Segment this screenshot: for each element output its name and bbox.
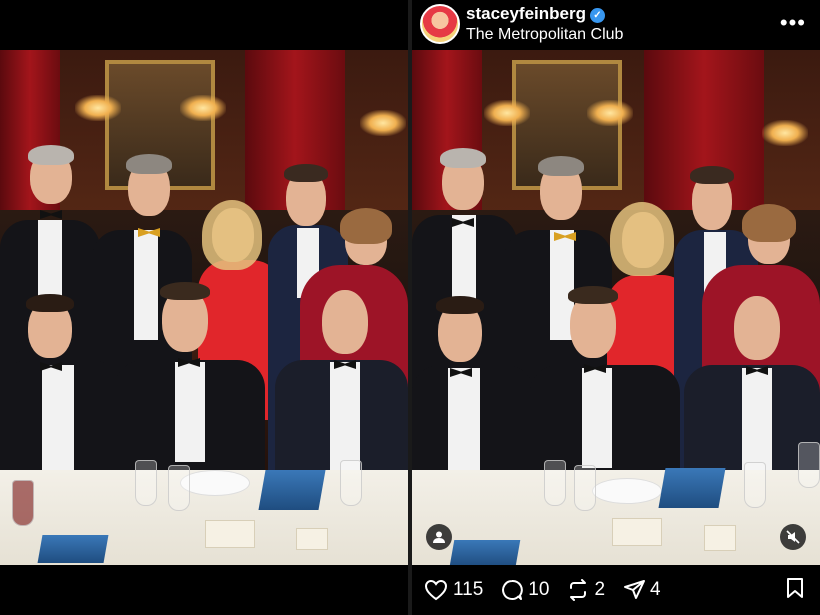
post-header: staceyfeinberg ✓ The Metropolitan Club ••… <box>412 0 820 50</box>
person-head <box>322 290 368 354</box>
user-avatar[interactable] <box>420 4 460 44</box>
hair <box>340 208 392 244</box>
plate <box>592 478 662 504</box>
heart-icon <box>424 579 448 601</box>
share-button[interactable]: 4 <box>623 579 661 601</box>
ballroom-background <box>0 50 408 565</box>
shirt <box>175 362 205 462</box>
hair <box>440 148 486 168</box>
wine-glass <box>544 460 566 506</box>
username-link[interactable]: staceyfeinberg ✓ <box>466 4 605 24</box>
post-photo[interactable] <box>412 50 820 565</box>
shirt <box>448 368 480 478</box>
left-preview-pane <box>0 0 408 615</box>
action-bar: 115 10 2 4 <box>412 565 820 615</box>
comment-button[interactable]: 10 <box>501 579 549 601</box>
event-program <box>658 468 726 508</box>
shirt <box>452 215 476 305</box>
repost-button[interactable]: 2 <box>567 579 605 601</box>
hair <box>742 204 796 242</box>
plate <box>180 470 250 496</box>
left-bottom-bar <box>0 565 408 615</box>
menu-card <box>612 518 662 546</box>
person-head <box>734 296 780 360</box>
candelabra <box>587 100 633 126</box>
shirt <box>582 368 612 468</box>
hair <box>568 286 618 304</box>
candelabra <box>360 110 406 136</box>
wine-glass <box>340 460 362 506</box>
candelabra <box>484 100 530 126</box>
event-program <box>449 540 521 565</box>
wine-glass <box>744 462 766 508</box>
menu-card <box>205 520 255 548</box>
wine-glass <box>574 465 596 511</box>
hair <box>28 145 74 165</box>
send-icon <box>624 580 646 599</box>
hair <box>436 296 484 314</box>
hair <box>538 156 584 176</box>
repost-count: 2 <box>594 579 606 600</box>
candelabra <box>75 95 121 121</box>
tagged-people-icon[interactable] <box>426 524 452 550</box>
hair <box>126 154 172 174</box>
comment-icon <box>502 579 524 600</box>
repost-icon <box>570 579 587 601</box>
wine-glass <box>798 442 820 488</box>
verified-badge-icon: ✓ <box>590 8 605 23</box>
hair <box>690 166 734 184</box>
bookmark-icon <box>787 578 803 598</box>
blonde-hair <box>610 202 674 276</box>
candelabra <box>180 95 226 121</box>
hair <box>160 282 210 300</box>
hair <box>26 294 74 312</box>
wine-glass <box>168 465 190 511</box>
ballroom-background <box>412 50 820 565</box>
share-count: 4 <box>650 579 661 600</box>
hair <box>284 164 328 182</box>
more-options-icon[interactable]: ••• <box>780 10 806 36</box>
event-program <box>37 535 109 563</box>
place-card <box>704 525 736 551</box>
bookmark-button[interactable] <box>786 577 804 604</box>
blonde-hair <box>202 200 262 270</box>
like-count: 115 <box>453 579 484 600</box>
mute-audio-icon[interactable] <box>780 524 806 550</box>
post-pane: staceyfeinberg ✓ The Metropolitan Club ••… <box>412 0 820 615</box>
shirt <box>134 230 158 340</box>
like-button[interactable]: 115 <box>424 579 483 601</box>
wine-glass <box>135 460 157 506</box>
previous-post-photo[interactable] <box>0 50 408 565</box>
wine-glass <box>12 480 34 526</box>
username-text: staceyfeinberg <box>466 4 586 23</box>
place-card <box>296 528 328 550</box>
shirt <box>330 362 360 472</box>
shirt <box>42 365 74 475</box>
location-link[interactable]: The Metropolitan Club <box>466 26 623 44</box>
comment-count: 10 <box>528 579 550 600</box>
candelabra <box>762 120 808 146</box>
event-program <box>258 470 326 510</box>
